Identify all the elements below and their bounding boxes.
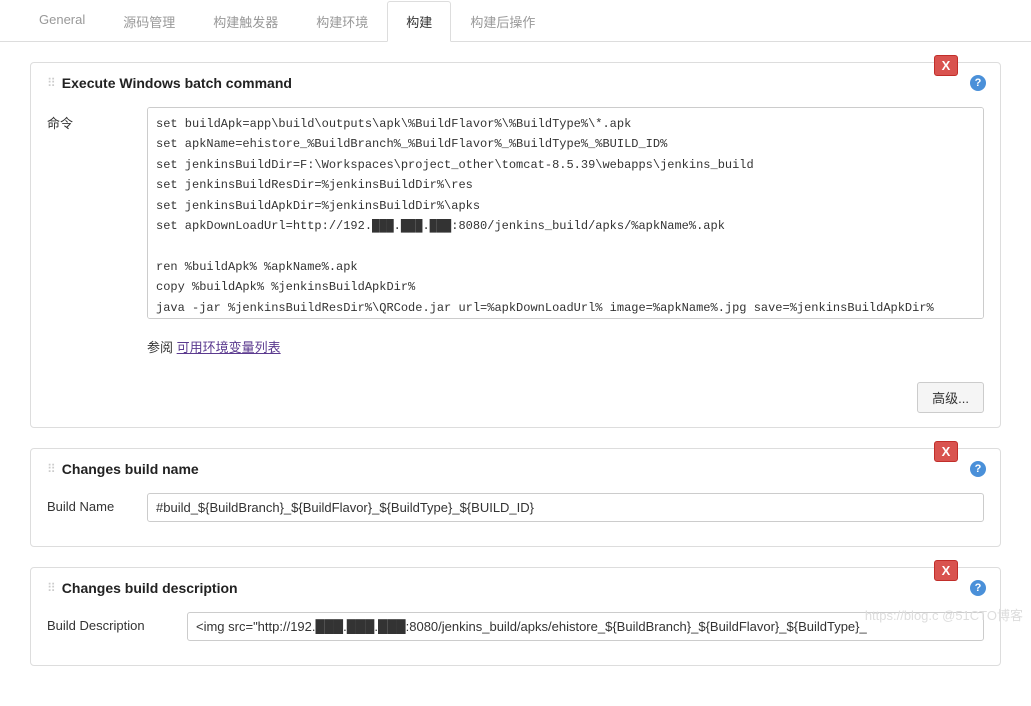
build-name-label: Build Name bbox=[47, 493, 147, 514]
drag-handle-icon[interactable]: ⠿ bbox=[47, 581, 54, 595]
help-icon[interactable]: ? bbox=[970, 580, 986, 596]
step-changes-build-name: X ⠿ Changes build name ? Build Name bbox=[30, 448, 1001, 547]
drag-handle-icon[interactable]: ⠿ bbox=[47, 462, 54, 476]
tab-triggers[interactable]: 构建触发器 bbox=[194, 1, 297, 42]
command-textarea[interactable] bbox=[147, 107, 984, 319]
refer-prefix: 参阅 bbox=[147, 340, 177, 355]
step-title: Execute Windows batch command bbox=[62, 75, 292, 91]
step-title: Changes build description bbox=[62, 580, 238, 596]
build-name-input[interactable] bbox=[147, 493, 984, 522]
tab-post-build[interactable]: 构建后操作 bbox=[451, 1, 554, 42]
step-changes-build-description: X ⠿ Changes build description ? Build De… bbox=[30, 567, 1001, 666]
tab-environment[interactable]: 构建环境 bbox=[297, 1, 387, 42]
step-title: Changes build name bbox=[62, 461, 199, 477]
command-label: 命令 bbox=[47, 107, 147, 132]
drag-handle-icon[interactable]: ⠿ bbox=[47, 76, 54, 90]
config-tabs: General 源码管理 构建触发器 构建环境 构建 构建后操作 bbox=[0, 0, 1031, 42]
advanced-button[interactable]: 高级... bbox=[917, 382, 984, 413]
tab-build[interactable]: 构建 bbox=[387, 1, 451, 42]
watermark: https://blog.c @51CTO博客 bbox=[865, 605, 1023, 624]
help-icon[interactable]: ? bbox=[970, 75, 986, 91]
tab-general[interactable]: General bbox=[20, 1, 104, 42]
env-vars-link[interactable]: 可用环境变量列表 bbox=[177, 340, 281, 355]
tab-source-control[interactable]: 源码管理 bbox=[104, 1, 194, 42]
step-execute-windows-batch: X ⠿ Execute Windows batch command ? 命令 参… bbox=[30, 62, 1001, 428]
help-icon[interactable]: ? bbox=[970, 461, 986, 477]
